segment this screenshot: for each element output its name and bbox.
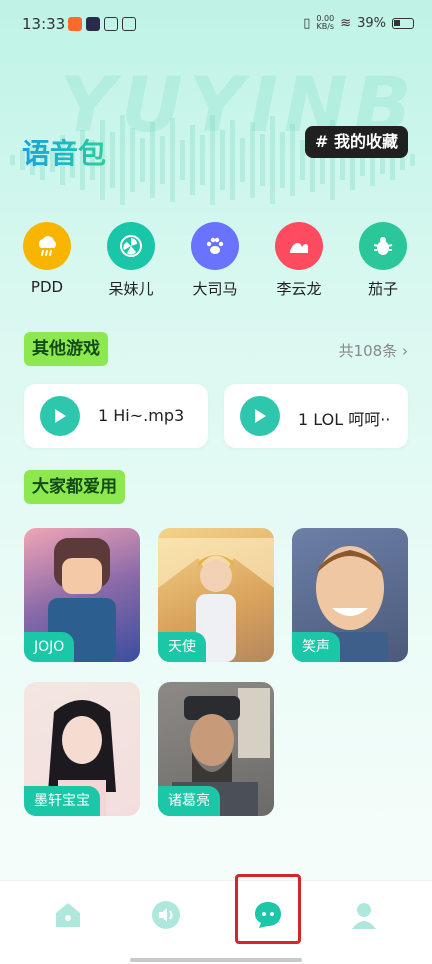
vibrate-icon: ▯: [303, 15, 311, 31]
status-time: 13:33: [22, 15, 66, 33]
voice-card-name: 诸葛亮: [158, 786, 220, 816]
character-label: 呆妹儿: [108, 280, 154, 298]
voice-card-name: JOJO: [24, 632, 75, 662]
section-popular: 大家都爱用: [24, 470, 125, 504]
video-notification-icon: [86, 17, 100, 31]
character-label: 茄子: [367, 280, 398, 298]
nav-voice[interactable]: [146, 895, 186, 935]
wave-icon: [275, 222, 323, 270]
paw-icon: [191, 222, 239, 270]
bottom-navigation: [0, 880, 432, 964]
status-bar: 13:33 ▯ 0.00 KB/s ≋ 39%: [0, 0, 432, 50]
character-label: 大司马: [192, 280, 238, 298]
play-icon[interactable]: [40, 396, 80, 436]
character-qiezi[interactable]: 茄子: [348, 222, 418, 299]
voice-card-laugh[interactable]: 笑声: [292, 528, 408, 662]
character-pdd[interactable]: PDD: [12, 222, 82, 296]
status-right: ▯ 0.00 KB/s ≋ 39%: [303, 15, 414, 31]
network-speed-unit: KB/s: [316, 22, 335, 31]
character-row: PDD 呆妹儿 大司马 李云龙 茄子: [0, 222, 432, 302]
nav-profile[interactable]: [344, 895, 384, 935]
total-count-link[interactable]: 共108条 ›: [339, 340, 408, 361]
audio-title: 1 Hi~.mp3: [98, 406, 185, 425]
character-liyunlong[interactable]: 李云龙: [264, 222, 334, 299]
voice-card-name: 笑声: [292, 632, 340, 662]
character-label: 李云龙: [276, 280, 322, 298]
audio-item[interactable]: 1 LOL 呵呵··: [224, 384, 408, 448]
audio-item[interactable]: 1 Hi~.mp3: [24, 384, 208, 448]
my-favorites-button[interactable]: # 我的收藏: [305, 126, 408, 158]
character-label: PDD: [30, 278, 64, 296]
box-notification-icon: [122, 17, 136, 31]
app-notification-icon: [68, 17, 82, 31]
voice-card-zhugeliang[interactable]: 诸葛亮: [158, 682, 274, 816]
play-icon[interactable]: [240, 396, 280, 436]
home-indicator[interactable]: [130, 958, 302, 962]
battery-icon: [392, 17, 414, 29]
battery-text: 39%: [357, 15, 386, 31]
sync-notification-icon: [104, 17, 118, 31]
bug-icon: [359, 222, 407, 270]
nav-home[interactable]: [48, 895, 88, 935]
speaker-icon: [152, 901, 180, 929]
selected-nav-highlight: [235, 874, 301, 944]
wifi-icon: ≋: [340, 15, 352, 31]
profile-icon: [352, 903, 376, 929]
voice-card-jojo[interactable]: JOJO: [24, 528, 140, 662]
home-icon: [56, 903, 80, 927]
section-other-games: 其他游戏: [24, 332, 108, 366]
rain-cloud-icon: [23, 222, 71, 270]
character-daimeier[interactable]: 呆妹儿: [96, 222, 166, 299]
character-dasima[interactable]: 大司马: [180, 222, 250, 299]
voice-card-angel[interactable]: 天使: [158, 528, 274, 662]
voice-card-name: 天使: [158, 632, 206, 662]
audio-title: 1 LOL 呵呵··: [298, 410, 391, 429]
page-title: 语音包: [22, 132, 106, 172]
fan-icon: [107, 222, 155, 270]
voice-card-moxuan[interactable]: 墨轩宝宝: [24, 682, 140, 816]
network-speed: 0.00 KB/s: [316, 15, 334, 31]
voice-card-name: 墨轩宝宝: [24, 786, 100, 816]
